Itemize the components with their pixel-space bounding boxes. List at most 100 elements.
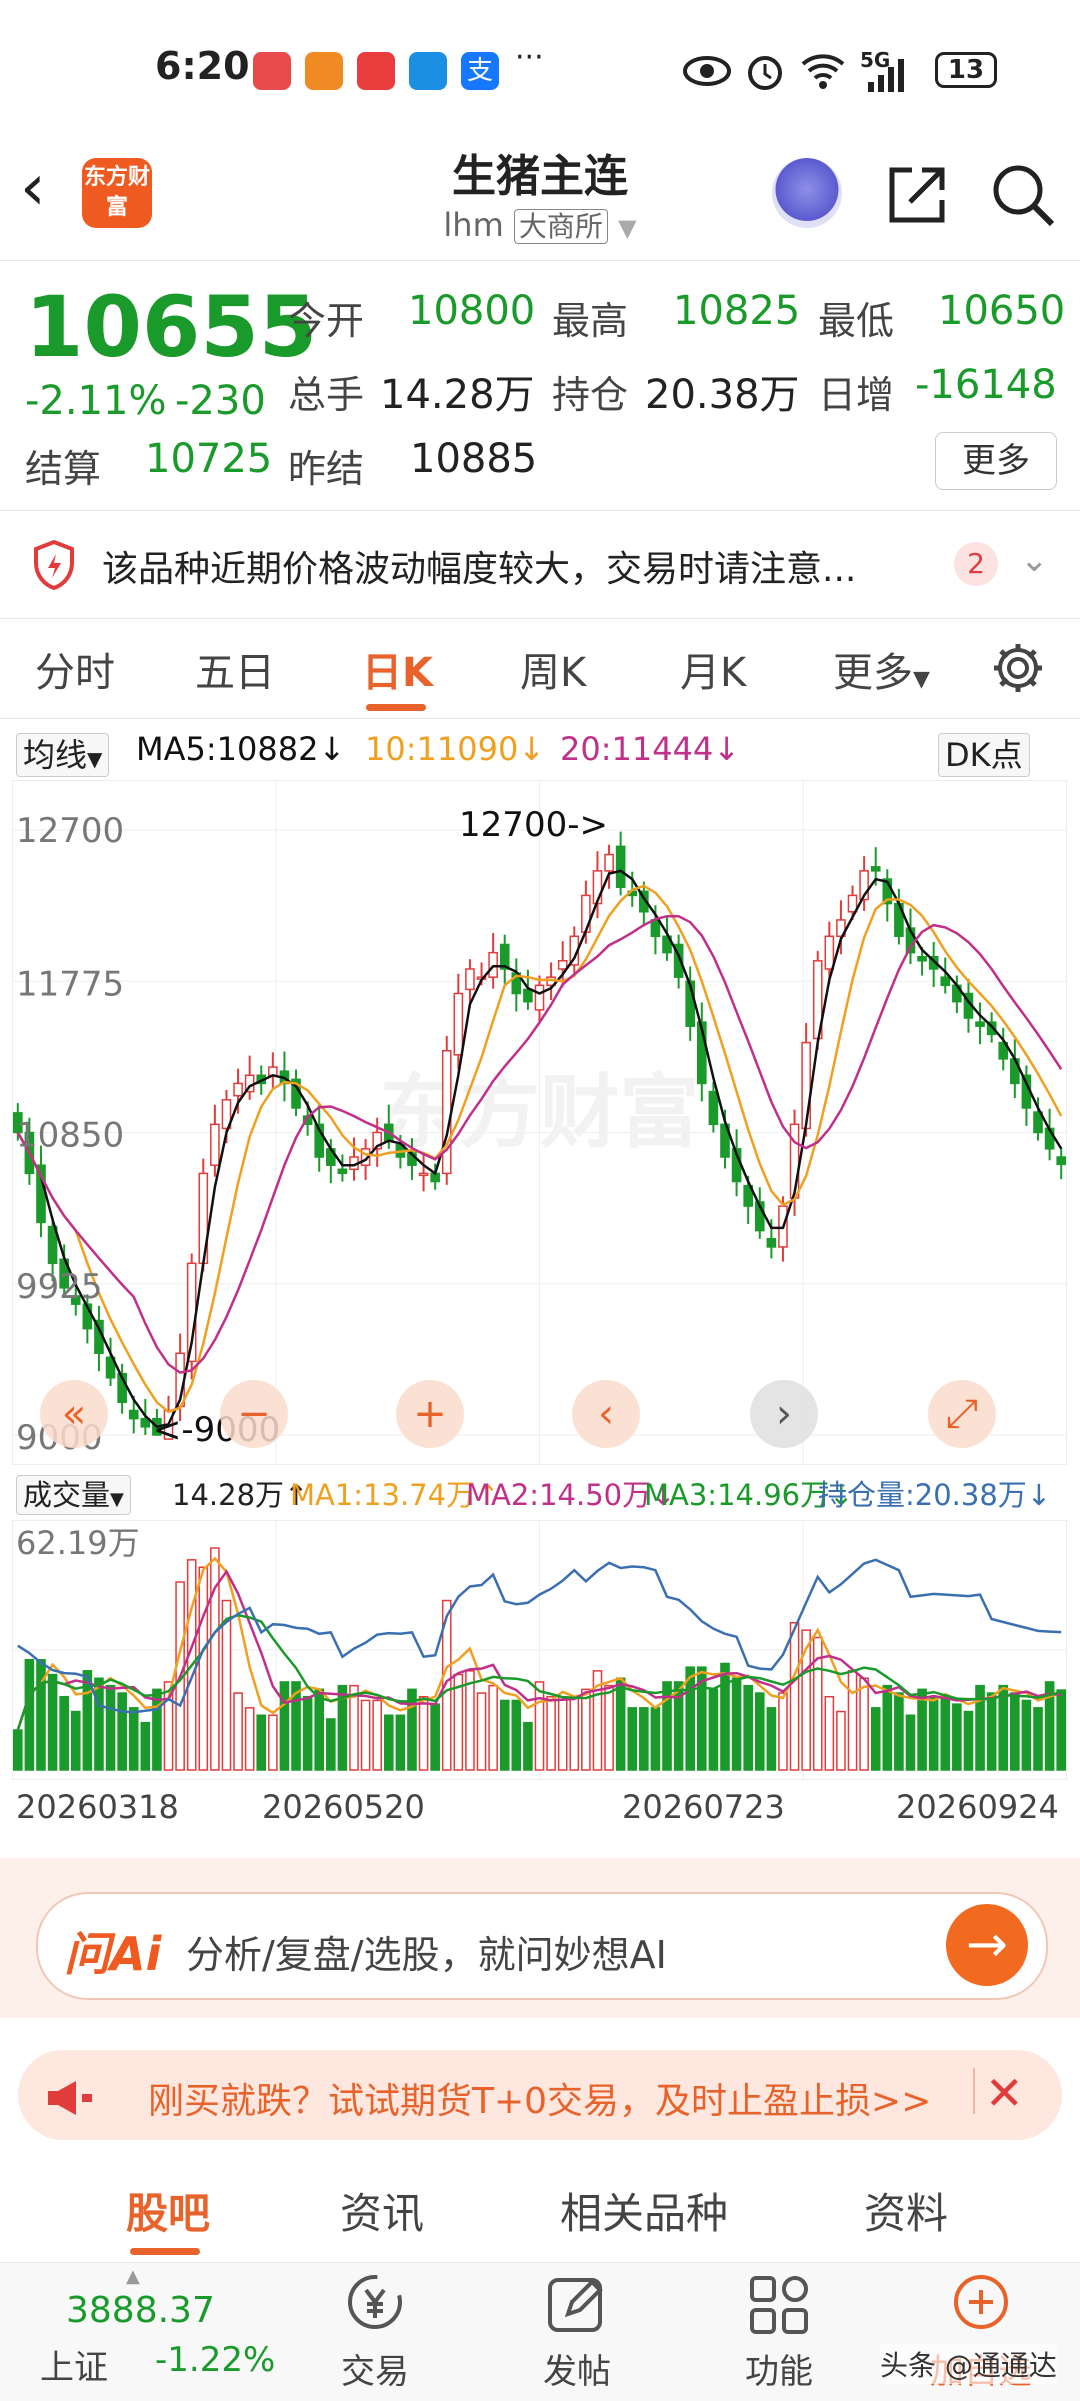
tab-profile[interactable]: 资料 <box>864 2180 948 2241</box>
candle <box>975 1021 985 1027</box>
date-label-4: 20260924 <box>896 1788 1059 1826</box>
wifi-icon <box>801 54 845 89</box>
volume-bar <box>569 1695 580 1771</box>
close-icon[interactable]: ✕ <box>985 2066 1024 2120</box>
y-tick-label: 11775 <box>16 964 124 1004</box>
settle-value: 10725 <box>145 436 273 482</box>
volume-bar <box>383 1714 394 1771</box>
volume-bar <box>986 1692 997 1771</box>
volume-bar <box>963 1710 974 1771</box>
ai-robot-avatar[interactable] <box>772 158 842 228</box>
functions-grid-icon[interactable] <box>744 2270 814 2340</box>
chevron-down-icon[interactable]: ⌄ <box>1020 540 1049 580</box>
volume-bar <box>70 1710 81 1771</box>
settings-gear-icon[interactable] <box>990 640 1046 696</box>
volume-bar <box>905 1714 916 1771</box>
fullscreen-button[interactable]: ⤢ <box>928 1380 996 1448</box>
volume-bar <box>639 1707 649 1771</box>
volume-bar <box>476 1692 487 1771</box>
volume-bar <box>36 1658 46 1771</box>
ma-selector[interactable]: 均线▼ <box>16 730 110 777</box>
candle <box>615 845 626 888</box>
index-value[interactable]: 3888.37 <box>66 2290 215 2331</box>
volume-bar <box>59 1695 69 1771</box>
index-change: -1.22% <box>155 2340 276 2380</box>
volume-bar <box>627 1707 638 1771</box>
volume-max-label: 62.19万 <box>16 1524 140 1562</box>
share-icon[interactable] <box>882 160 952 230</box>
settle-label: 结算 <box>25 447 102 491</box>
volume-value: 14.28万↑ <box>172 1478 309 1512</box>
volume-bar <box>360 1699 371 1771</box>
volume-bar <box>882 1684 893 1771</box>
search-icon[interactable] <box>988 160 1058 230</box>
nav-post[interactable]: 发帖 <box>507 2344 647 2393</box>
trade-yen-icon[interactable] <box>340 2270 410 2340</box>
battery-level: 13 <box>947 55 985 85</box>
open-value: 10800 <box>408 288 536 334</box>
volume-bar <box>395 1714 406 1771</box>
zoom-in-button[interactable]: + <box>396 1380 464 1448</box>
scroll-right-button[interactable]: › <box>750 1380 818 1448</box>
active-tab-indicator <box>366 704 426 711</box>
volume-bar <box>940 1695 951 1771</box>
volume-bar <box>117 1692 127 1771</box>
ai-go-arrow-button[interactable]: → <box>946 1904 1028 1986</box>
candle <box>453 992 464 1056</box>
zoom-out-button[interactable]: − <box>220 1380 288 1448</box>
volume-bar <box>859 1677 869 1771</box>
volume-selector[interactable]: 成交量▼ <box>16 1472 131 1515</box>
volume-bar <box>94 1677 104 1771</box>
volume-bar <box>836 1710 846 1771</box>
ma5-value: MA5:10882↓ <box>136 730 346 768</box>
y-tick-label: 12700 <box>16 811 124 851</box>
nav-trade[interactable]: 交易 <box>305 2344 445 2393</box>
open-label: 今开 <box>288 299 365 343</box>
candle <box>488 951 498 978</box>
scroll-left-button[interactable]: ‹ <box>572 1380 640 1448</box>
tab-intraday[interactable]: 分时 <box>35 640 115 698</box>
ma-selector-label: 均线 <box>23 736 88 774</box>
post-edit-icon[interactable] <box>542 2270 612 2340</box>
add-watchlist-icon[interactable] <box>946 2270 1016 2340</box>
volume-bar <box>128 1707 139 1771</box>
exchange-label: 大商所 <box>513 209 608 244</box>
tab-news[interactable]: 资讯 <box>340 2180 424 2241</box>
ai-logo: 问Ai <box>64 1927 162 1981</box>
low-label: 最低 <box>818 299 895 343</box>
candle <box>917 955 927 962</box>
promo-text: 刚买就跌？试试期货T+0交易，及时止盈止损>> <box>148 2081 932 2122</box>
caret-up-icon: ▲ <box>126 2266 140 2287</box>
tab-stock-forum[interactable]: 股吧 <box>126 2180 210 2241</box>
volume-bar <box>523 1721 533 1771</box>
volume-bar <box>326 1718 336 1771</box>
volume-bar <box>314 1688 325 1771</box>
scroll-left-fast-button[interactable]: « <box>40 1380 108 1448</box>
date-label-2: 20260520 <box>262 1788 425 1826</box>
candle <box>418 1172 429 1177</box>
open-interest-volume: 持仓量:20.38万↓ <box>818 1478 1052 1512</box>
volume-bar <box>650 1707 661 1771</box>
volume-bar <box>894 1692 904 1771</box>
nav-functions[interactable]: 功能 <box>709 2344 849 2393</box>
volume-bar <box>615 1677 626 1771</box>
tab-weekly-k[interactable]: 周K <box>520 640 586 698</box>
more-quote-button[interactable]: 更多 <box>935 432 1057 490</box>
candlestick-chart[interactable]: 东方财富 1270011775108509925900012700-><-900… <box>12 780 1067 1465</box>
tab-five-day[interactable]: 五日 <box>195 640 275 698</box>
volume-bar <box>47 1673 58 1771</box>
dk-point-label: DK点 <box>938 733 1030 777</box>
volume-bar <box>268 1714 278 1771</box>
tab-related[interactable]: 相关品种 <box>560 2180 728 2241</box>
tab-monthly-k[interactable]: 月K <box>680 640 746 698</box>
tab-daily-k[interactable]: 日K <box>362 640 433 698</box>
dk-point-selector[interactable]: DK点 <box>938 730 1030 777</box>
volume-bar <box>685 1666 696 1771</box>
clock: 6:20 <box>155 44 250 88</box>
tab-more[interactable]: 更多▼ <box>833 640 930 698</box>
volume-chart[interactable]: 62.19万 <box>12 1520 1067 1780</box>
daily-change-value: -16148 <box>915 362 1057 408</box>
volume-bar <box>302 1695 313 1771</box>
contract-code: lhm <box>443 206 504 244</box>
more-notifications-icon: ··· <box>515 40 544 75</box>
